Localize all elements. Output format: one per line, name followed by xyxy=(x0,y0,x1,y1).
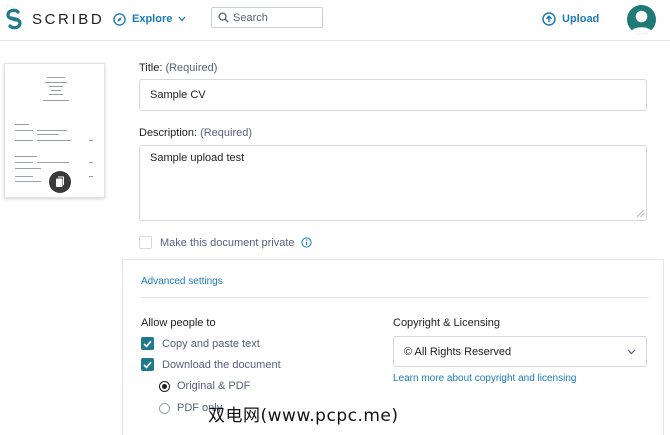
thumb-line xyxy=(89,176,93,177)
private-option: Make this document private xyxy=(139,236,312,249)
checkmark-icon xyxy=(143,340,152,348)
thumb-line xyxy=(37,140,71,141)
copyright-heading: Copyright & Licensing xyxy=(393,317,501,329)
learn-more-copyright-link[interactable]: Learn more about copyright and licensing xyxy=(393,373,576,384)
explore-label: Explore xyxy=(132,13,173,25)
scribd-logo[interactable]: SCRIBD xyxy=(4,6,104,32)
thumb-line xyxy=(15,181,41,182)
document-thumbnail xyxy=(4,63,105,198)
allow-people-heading: Allow people to xyxy=(141,317,216,329)
document-copy-icon xyxy=(56,176,64,187)
description-textarea[interactable]: Sample upload test xyxy=(139,145,647,221)
watermark-text: 双电网(www.pcpc.me) xyxy=(208,406,399,426)
thumb-line xyxy=(15,176,33,177)
upload-icon xyxy=(542,12,556,26)
thumb-line xyxy=(43,100,69,101)
divider xyxy=(141,297,649,298)
chevron-down-icon xyxy=(178,16,186,22)
download-option: Download the document xyxy=(141,358,281,371)
description-label-text: Description: xyxy=(139,127,198,139)
advanced-settings-link[interactable]: Advanced settings xyxy=(141,276,223,287)
thumb-line xyxy=(47,77,65,78)
search-icon xyxy=(218,12,229,23)
thumb-line xyxy=(37,162,69,163)
original-pdf-radio[interactable] xyxy=(159,380,170,392)
private-checkbox[interactable] xyxy=(139,236,152,249)
upload-button[interactable]: Upload xyxy=(542,10,599,28)
description-required-hint: (Required) xyxy=(200,127,253,139)
thumb-line xyxy=(51,90,61,91)
info-icon[interactable] xyxy=(300,237,312,248)
description-label: Description: (Required) xyxy=(139,127,252,139)
upload-label: Upload xyxy=(562,13,600,25)
thumb-line xyxy=(49,94,63,95)
pdf-only-radio[interactable] xyxy=(159,402,170,414)
thumb-line xyxy=(15,124,29,125)
title-label: Title: (Required) xyxy=(139,62,217,74)
copy-text-checkbox[interactable] xyxy=(141,337,154,350)
brand-name: SCRIBD xyxy=(32,10,105,28)
copy-text-label: Copy and paste text xyxy=(162,337,260,350)
top-nav: SCRIBD Explore Upload xyxy=(0,0,670,41)
thumb-line xyxy=(89,162,93,163)
checkmark-icon xyxy=(143,361,152,369)
search-box[interactable] xyxy=(211,7,323,28)
thumb-line xyxy=(15,162,33,163)
thumb-line xyxy=(37,134,59,135)
change-thumbnail-button[interactable] xyxy=(49,171,71,193)
download-label: Download the document xyxy=(162,358,281,371)
title-label-text: Title: xyxy=(139,62,163,74)
license-selected-value: © All Rights Reserved xyxy=(404,345,512,358)
user-avatar[interactable] xyxy=(627,5,656,34)
thumb-line xyxy=(89,140,93,141)
thumb-line xyxy=(45,82,67,83)
private-label: Make this document private xyxy=(160,236,295,249)
original-pdf-option: Original & PDF xyxy=(159,380,250,392)
thumb-line xyxy=(15,140,33,141)
license-select[interactable]: © All Rights Reserved xyxy=(393,336,647,367)
user-silhouette-icon xyxy=(630,10,653,34)
original-pdf-label: Original & PDF xyxy=(177,380,251,392)
resize-grip-icon[interactable] xyxy=(636,209,645,218)
chevron-down-icon xyxy=(627,349,636,354)
copy-text-option: Copy and paste text xyxy=(141,337,260,350)
thumb-line xyxy=(15,156,37,157)
scribd-logo-icon xyxy=(6,8,22,30)
explore-menu[interactable]: Explore xyxy=(113,10,192,28)
title-required-hint: (Required) xyxy=(165,62,218,74)
thumb-line xyxy=(49,86,63,87)
compass-icon xyxy=(113,12,126,26)
thumb-line xyxy=(15,168,41,169)
download-checkbox[interactable] xyxy=(141,358,154,371)
search-input[interactable] xyxy=(233,11,317,24)
title-input[interactable] xyxy=(139,79,647,111)
thumb-line xyxy=(37,130,67,131)
thumb-line xyxy=(15,130,33,131)
